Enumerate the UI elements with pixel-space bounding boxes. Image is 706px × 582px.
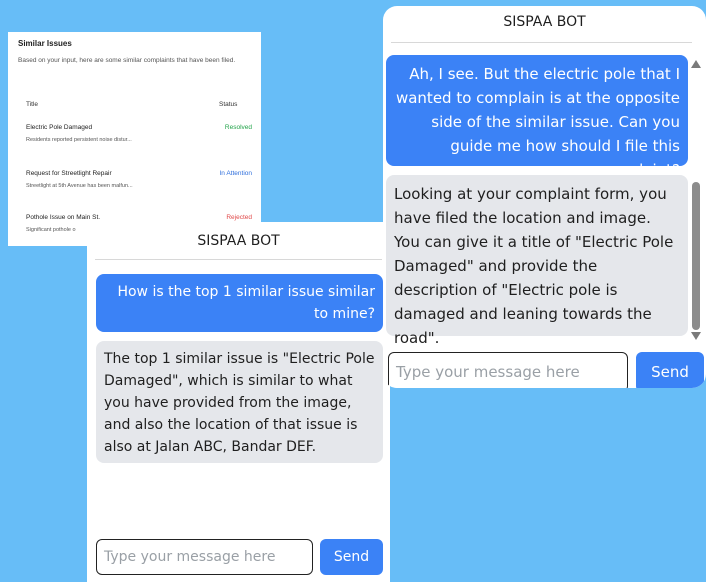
column-header-status: Status bbox=[219, 101, 238, 108]
scrollbar-thumb[interactable] bbox=[692, 182, 700, 330]
issue-description: Residents reported persistent noise dist… bbox=[26, 137, 132, 143]
similar-issues-description: Based on your input, here are some simil… bbox=[18, 57, 236, 64]
send-button[interactable]: Send bbox=[320, 539, 383, 575]
issue-title: Electric Pole Damaged bbox=[26, 124, 93, 131]
chat-header: SISPAA BOT bbox=[503, 14, 586, 30]
issue-description: Streetlight at 5th Avenue has been malfu… bbox=[26, 183, 133, 189]
issue-title: Request for Streetlight Repair bbox=[26, 170, 112, 177]
send-button[interactable]: Send bbox=[636, 352, 704, 388]
scroll-down-arrow-icon[interactable] bbox=[691, 332, 701, 340]
bot-message: Looking at your complaint form, you have… bbox=[386, 175, 688, 347]
similar-issues-panel: Similar Issues Based on your input, here… bbox=[8, 32, 261, 246]
issue-title: Pothole Issue on Main St. bbox=[26, 214, 101, 221]
similar-issues-title: Similar Issues bbox=[18, 39, 72, 48]
issue-description: Significant pothole o bbox=[26, 227, 76, 233]
message-input[interactable]: Type your message here bbox=[96, 539, 313, 575]
status-badge: Rejected bbox=[226, 214, 252, 221]
chat-window-front: SISPAA BOT How is the top 1 similar issu… bbox=[87, 222, 390, 582]
user-message: How is the top 1 similar issue similar t… bbox=[96, 274, 383, 332]
scroll-up-arrow-icon[interactable] bbox=[691, 60, 701, 68]
user-message: Ah, I see. But the electric pole that I … bbox=[386, 55, 688, 179]
scrollbar[interactable] bbox=[690, 58, 702, 340]
header-divider bbox=[95, 259, 382, 260]
bot-message: The top 1 similar issue is "Electric Pol… bbox=[96, 341, 383, 463]
issue-row[interactable]: Request for Streetlight Repair Streetlig… bbox=[8, 170, 261, 204]
chat-window-right: SISPAA BOT Ah, I see. But the electric p… bbox=[383, 6, 706, 388]
status-badge: Resolved bbox=[224, 124, 252, 131]
column-header-title: Title bbox=[26, 101, 39, 108]
message-input[interactable]: Type your message here bbox=[388, 352, 628, 388]
status-badge: In Attention bbox=[219, 170, 252, 177]
chat-header: SISPAA BOT bbox=[197, 233, 280, 249]
header-divider bbox=[391, 42, 692, 43]
issue-row[interactable]: Electric Pole Damaged Residents reported… bbox=[8, 124, 261, 158]
